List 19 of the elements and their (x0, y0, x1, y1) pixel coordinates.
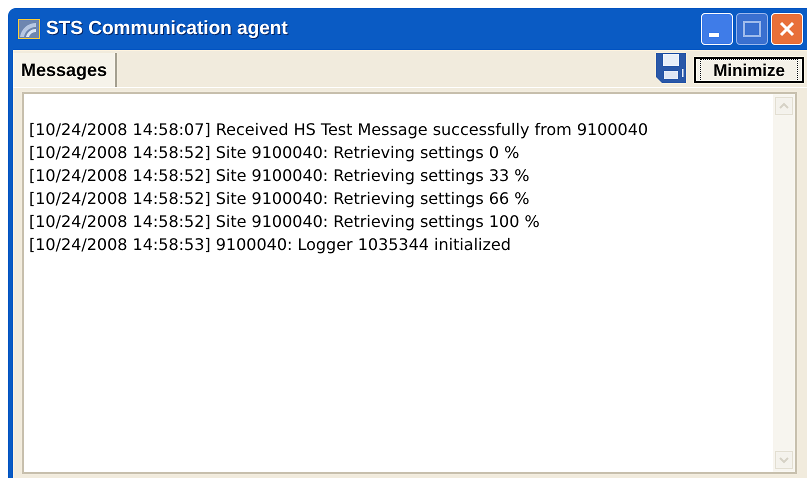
log-message: [10/24/2008 14:58:52] Site 9100040: Retrieving settings 33 % (29, 165, 530, 187)
close-icon (779, 21, 795, 37)
log-message: [10/24/2008 14:58:07] Received HS Test Message successfully from 9100040 (29, 119, 650, 141)
minimize-window-button[interactable] (701, 13, 733, 45)
scrollbar[interactable] (773, 94, 795, 472)
scroll-down-icon[interactable] (775, 451, 793, 469)
log-message: [10/24/2008 14:58:53] 9100040: Logger 1035344 initialized (29, 234, 512, 256)
minimize-icon (709, 33, 719, 37)
log-message: [10/24/2008 14:58:52] Site 9100040: Retrieving settings 0 % (29, 142, 520, 164)
maximize-icon (743, 21, 761, 37)
window-title: STS Communication agent (46, 16, 288, 41)
close-button[interactable] (771, 13, 803, 45)
maximize-window-button[interactable] (736, 13, 768, 45)
app-icon (18, 19, 40, 39)
scroll-up-icon[interactable] (775, 97, 793, 115)
minimize-button[interactable]: Minimize (694, 57, 804, 83)
tab[interactable]: Messages (13, 53, 118, 87)
log-message: [10/24/2008 14:58:52] Site 9100040: Retrieving settings 100 % (29, 211, 541, 233)
log-message: [10/24/2008 14:58:52] Site 9100040: Retrieving settings 66 % (29, 188, 530, 210)
